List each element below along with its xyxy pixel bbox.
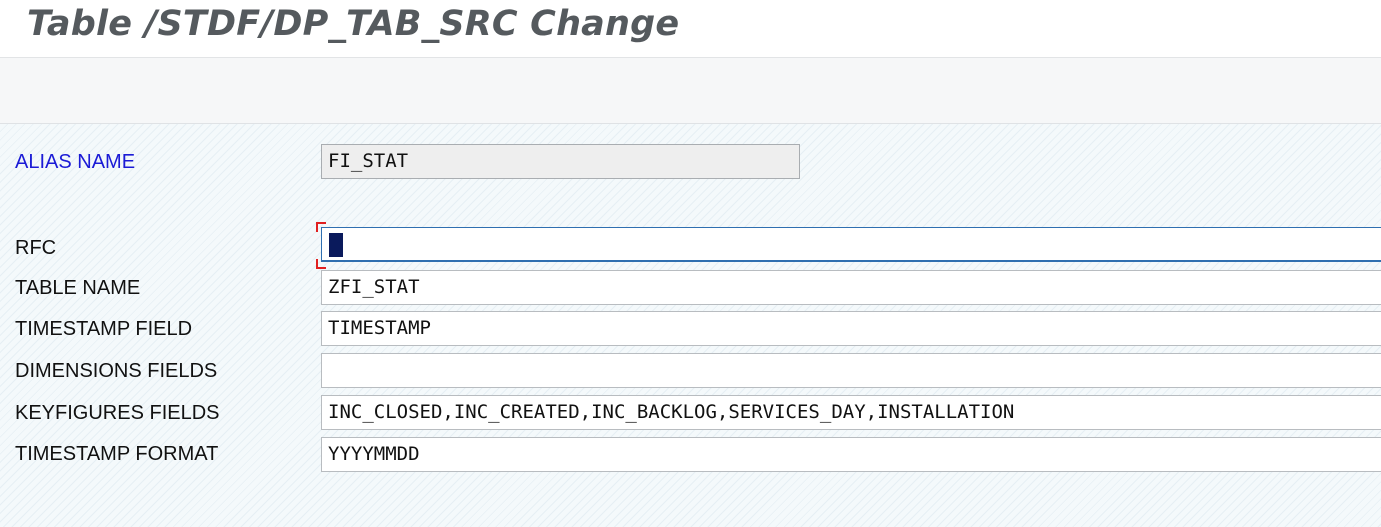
timestamp-field-input[interactable]: TIMESTAMP	[321, 311, 1381, 346]
dimensions-fields-input[interactable]	[321, 353, 1381, 388]
application-toolbar	[0, 58, 1381, 124]
alias-name-field: FI_STAT	[321, 144, 800, 179]
title-bar: Table /STDF/DP_TAB_SRC Change	[0, 0, 1381, 58]
keyfigures-fields-input[interactable]: INC_CLOSED,INC_CREATED,INC_BACKLOG,SERVI…	[321, 395, 1381, 430]
alias-name-label: ALIAS NAME	[15, 151, 136, 173]
rfc-label: RFC	[15, 237, 57, 259]
focus-marker-top	[316, 222, 326, 232]
text-cursor	[329, 233, 343, 257]
dimensions-fields-label: DIMENSIONS FIELDS	[15, 360, 218, 382]
page-title: Table /STDF/DP_TAB_SRC Change	[27, 4, 680, 44]
focus-marker-bottom	[316, 259, 326, 269]
timestamp-format-label: TIMESTAMP FORMAT	[15, 443, 219, 465]
rfc-input[interactable]	[321, 227, 1381, 262]
timestamp-format-input[interactable]: YYYYMMDD	[321, 437, 1381, 472]
keyfigures-fields-label: KEYFIGURES FIELDS	[15, 402, 220, 424]
timestamp-field-label: TIMESTAMP FIELD	[15, 318, 193, 340]
table-name-input[interactable]: ZFI_STAT	[321, 270, 1381, 305]
table-name-label: TABLE NAME	[15, 277, 141, 299]
